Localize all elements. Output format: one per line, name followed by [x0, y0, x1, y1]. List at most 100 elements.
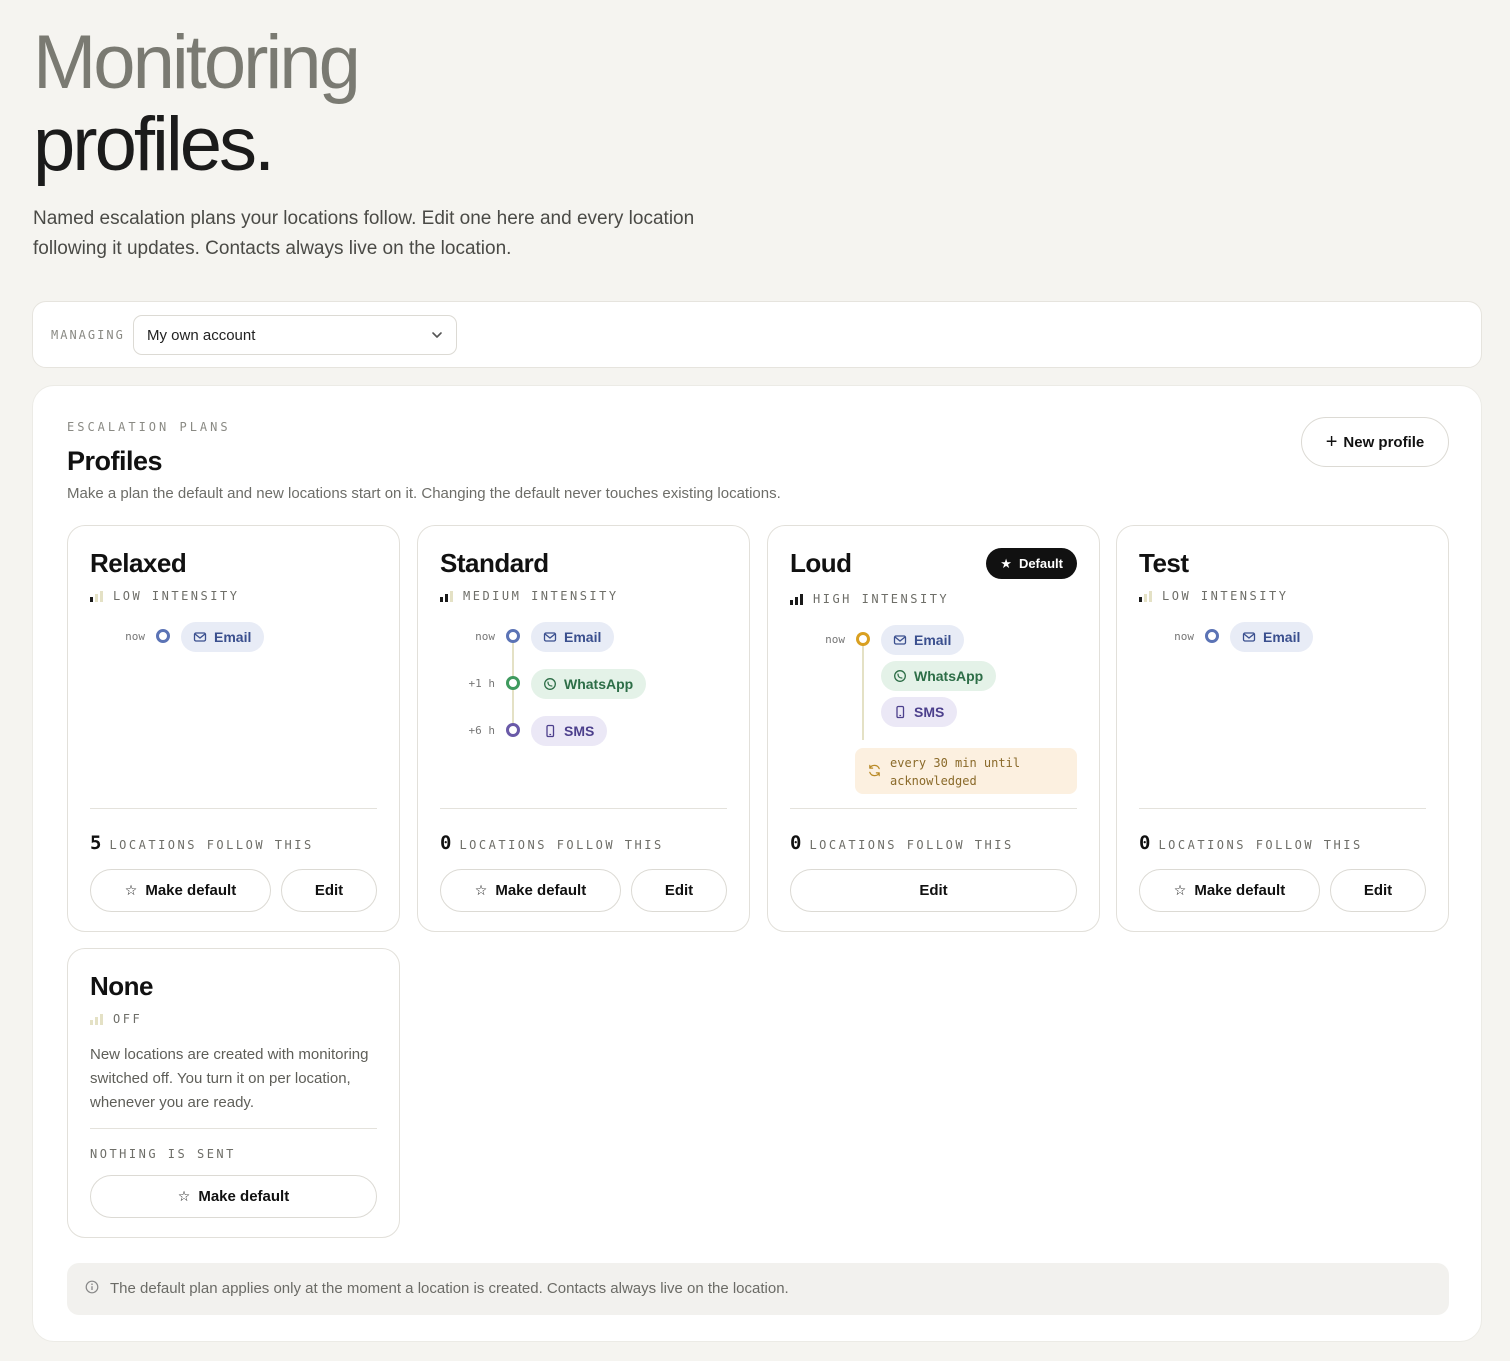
- follow-count-label: LOCATIONS FOLLOW THIS: [459, 838, 664, 852]
- timeline-dot: [1205, 629, 1219, 643]
- channel-chip-sms: SMS: [531, 716, 608, 746]
- make-default-label: Make default: [145, 882, 237, 899]
- timeline-dot: [856, 632, 870, 646]
- account-select[interactable]: My own account: [133, 315, 457, 355]
- profile-name: Standard: [440, 548, 549, 578]
- make-default-button[interactable]: ☆ Make default: [90, 869, 271, 912]
- make-default-button[interactable]: ☆ Make default: [1139, 869, 1320, 912]
- step-time: +6 h: [468, 724, 496, 737]
- edit-label: Edit: [314, 882, 344, 899]
- info-icon: [85, 1280, 99, 1294]
- timeline-dot: [506, 629, 520, 643]
- step-time: now: [475, 630, 495, 643]
- make-default-button[interactable]: ☆ Make default: [90, 1175, 377, 1218]
- intensity-indicator: OFF: [90, 1012, 142, 1026]
- card-divider: [440, 808, 727, 809]
- follow-count: 0 LOCATIONS FOLLOW THIS: [440, 832, 664, 854]
- edit-button[interactable]: Edit: [281, 869, 377, 912]
- channel-chip-whatsapp: WhatsApp: [531, 669, 647, 699]
- section-subtitle: Make a plan the default and new location…: [67, 485, 781, 502]
- channel-chip-sms: SMS: [881, 697, 958, 727]
- edit-button[interactable]: Edit: [631, 869, 727, 912]
- step-time: now: [125, 630, 145, 643]
- signal-bars-icon: [90, 1013, 103, 1025]
- default-badge-label: Default: [1018, 556, 1063, 571]
- edit-label: Edit: [1363, 882, 1393, 899]
- signal-bars-icon: [790, 593, 803, 605]
- profile-card-test: Test LOW INTENSITY now Email 0 LOCATIONS…: [1116, 525, 1449, 932]
- plus-icon: +: [1325, 431, 1338, 453]
- follow-count-value: 0: [790, 832, 802, 854]
- section-title: Profiles: [67, 446, 163, 476]
- signal-bars-icon: [90, 590, 103, 602]
- follow-count-label: LOCATIONS FOLLOW THIS: [1158, 838, 1363, 852]
- edit-button[interactable]: Edit: [1330, 869, 1426, 912]
- step-time: now: [825, 633, 845, 646]
- channel-label: Email: [564, 629, 602, 645]
- intensity-label: LOW INTENSITY: [1162, 589, 1289, 603]
- intensity-label: OFF: [113, 1012, 143, 1026]
- phone-icon: [546, 724, 555, 738]
- timeline-dot: [506, 723, 520, 737]
- managing-bar: MANAGING My own account: [32, 301, 1482, 368]
- managing-label: MANAGING: [51, 328, 125, 342]
- edit-button[interactable]: Edit: [790, 869, 1077, 912]
- escalation-plans-panel: ESCALATION PLANS Profiles Make a plan th…: [32, 385, 1482, 1342]
- make-default-label: Make default: [198, 1188, 290, 1205]
- nothing-sent-label: NOTHING IS SENT: [90, 1147, 236, 1161]
- repeat-text: every 30 min until acknowledged: [890, 756, 1021, 788]
- timeline-line: [862, 643, 864, 740]
- step-time: now: [1174, 630, 1194, 643]
- follow-count-value: 0: [440, 832, 452, 854]
- page-title-line2: profiles.: [33, 102, 275, 187]
- mail-icon: [543, 632, 557, 642]
- default-badge: ★ Default: [986, 548, 1077, 579]
- follow-count-label: LOCATIONS FOLLOW THIS: [109, 838, 314, 852]
- intensity-indicator: HIGH INTENSITY: [790, 592, 949, 606]
- mail-icon: [1242, 632, 1256, 642]
- channel-chip-email: Email: [881, 625, 965, 655]
- step-time: +1 h: [468, 677, 496, 690]
- channel-label: Email: [1263, 629, 1301, 645]
- whatsapp-icon: [894, 670, 906, 682]
- profile-card-none: None OFF New locations are created with …: [67, 948, 400, 1238]
- signal-bars-icon: [1139, 590, 1152, 602]
- star-outline-icon: ☆: [474, 882, 488, 898]
- refresh-icon: [869, 764, 880, 777]
- channel-label: WhatsApp: [914, 668, 984, 684]
- card-divider: [90, 1128, 377, 1129]
- repeat-notice: every 30 min until acknowledged: [855, 748, 1077, 794]
- profile-name: Relaxed: [90, 548, 187, 578]
- profile-description: New locations are created with monitorin…: [90, 1046, 369, 1111]
- card-divider: [790, 808, 1077, 809]
- make-default-button[interactable]: ☆ Make default: [440, 869, 621, 912]
- star-filled-icon: ★: [1000, 555, 1012, 571]
- intensity-indicator: LOW INTENSITY: [90, 589, 239, 603]
- channel-label: SMS: [564, 723, 595, 739]
- new-profile-label: New profile: [1343, 433, 1425, 451]
- channel-label: SMS: [914, 704, 945, 720]
- intensity-indicator: MEDIUM INTENSITY: [440, 589, 619, 603]
- channel-chip-email: Email: [531, 622, 615, 652]
- star-outline-icon: ☆: [177, 1188, 191, 1204]
- follow-count: 5 LOCATIONS FOLLOW THIS: [90, 832, 314, 854]
- chevron-down-icon: [432, 332, 442, 338]
- follow-count-label: LOCATIONS FOLLOW THIS: [809, 838, 1014, 852]
- channel-label: Email: [214, 629, 252, 645]
- channel-label: Email: [914, 632, 952, 648]
- info-note: The default plan applies only at the mom…: [67, 1263, 1449, 1315]
- follow-count-value: 5: [90, 832, 102, 854]
- intensity-label: LOW INTENSITY: [113, 589, 240, 603]
- card-divider: [1139, 808, 1426, 809]
- follow-count: 0 LOCATIONS FOLLOW THIS: [1139, 832, 1363, 854]
- channel-label: WhatsApp: [564, 676, 634, 692]
- whatsapp-icon: [544, 678, 556, 690]
- follow-count-value: 0: [1139, 832, 1151, 854]
- profile-name: None: [90, 971, 154, 1001]
- signal-bars-icon: [440, 590, 453, 602]
- profile-card-loud: Loud ★ Default HIGH INTENSITY now Email …: [767, 525, 1100, 932]
- intensity-indicator: LOW INTENSITY: [1139, 589, 1288, 603]
- page-description: Named escalation plans your locations fo…: [33, 208, 695, 259]
- new-profile-button[interactable]: + New profile: [1301, 417, 1449, 467]
- channel-chip-whatsapp: WhatsApp: [881, 661, 997, 691]
